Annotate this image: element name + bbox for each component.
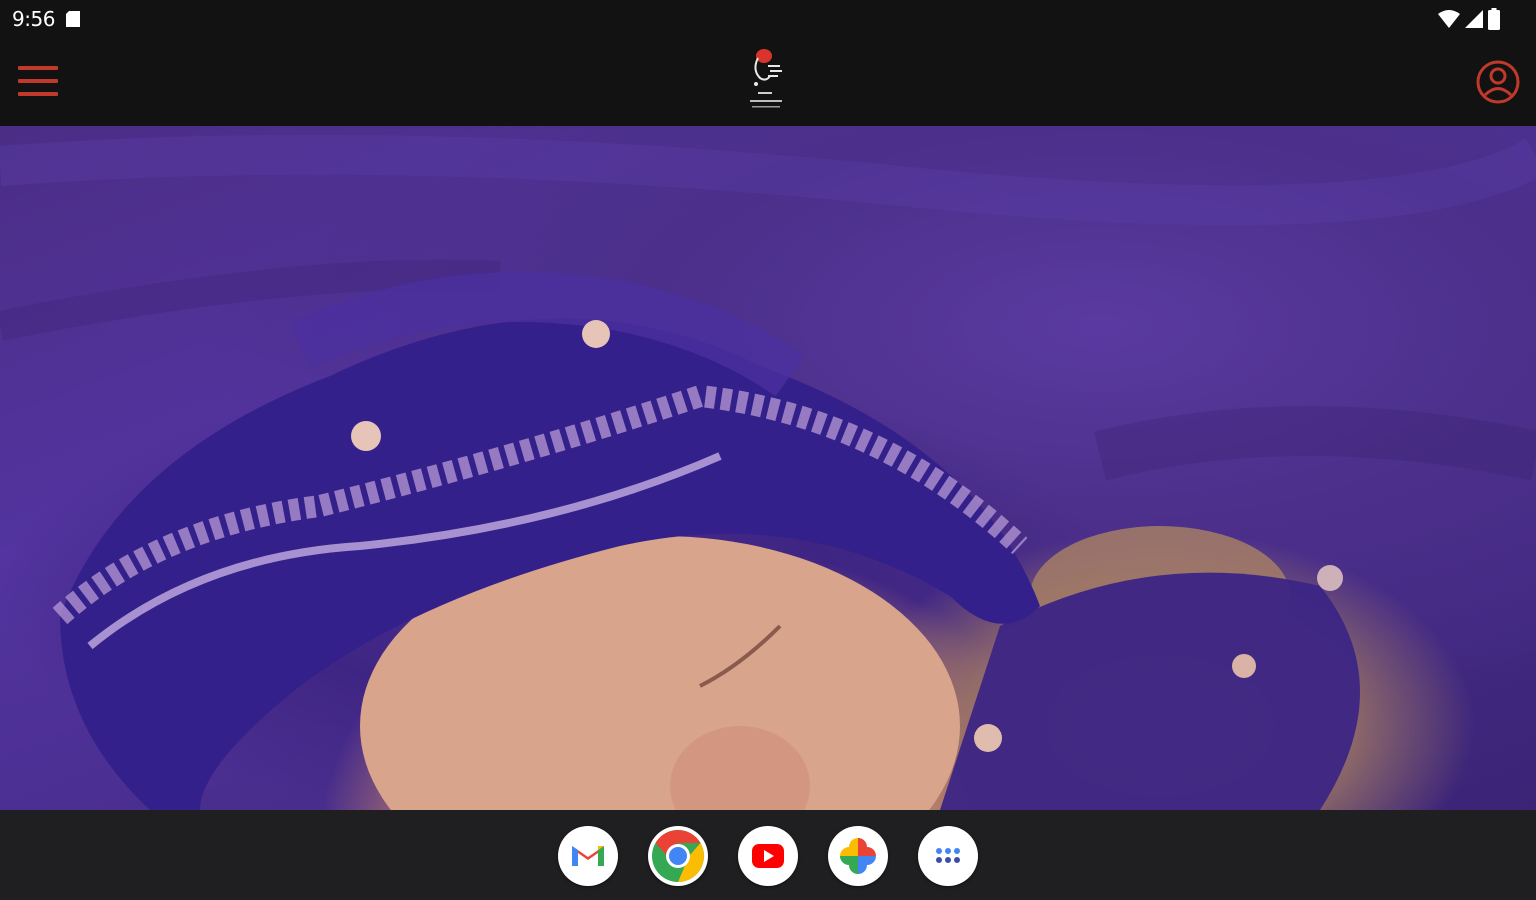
- battery-icon: [1488, 8, 1500, 30]
- status-bar: 9:56: [0, 0, 1536, 38]
- wifi-icon: [1438, 10, 1460, 28]
- sd-card-icon: [66, 11, 80, 27]
- status-time: 9:56: [12, 7, 55, 31]
- hero-photo: [0, 126, 1536, 810]
- youtube-app[interactable]: [738, 826, 798, 886]
- app-bar: [0, 38, 1536, 126]
- status-icons: [1438, 8, 1500, 30]
- account-button[interactable]: [1472, 56, 1524, 108]
- hamburger-menu-icon: [18, 66, 58, 96]
- chrome-icon: [652, 830, 704, 882]
- studio-logo: [750, 49, 782, 108]
- chrome-app[interactable]: [648, 826, 708, 886]
- youtube-icon: [752, 844, 784, 868]
- gmail-app[interactable]: [558, 826, 618, 886]
- gmail-icon: [572, 846, 604, 866]
- app-dock: [0, 810, 1536, 900]
- newborn-photo-illustration: [0, 134, 1536, 810]
- google-photos-app[interactable]: [828, 826, 888, 886]
- menu-button[interactable]: [14, 60, 62, 102]
- account-circle-icon: [1476, 60, 1520, 104]
- app-drawer-icon: [936, 848, 960, 863]
- app-drawer-button[interactable]: [918, 826, 978, 886]
- google-photos-icon: [840, 838, 876, 874]
- cellular-signal-icon: [1465, 10, 1483, 28]
